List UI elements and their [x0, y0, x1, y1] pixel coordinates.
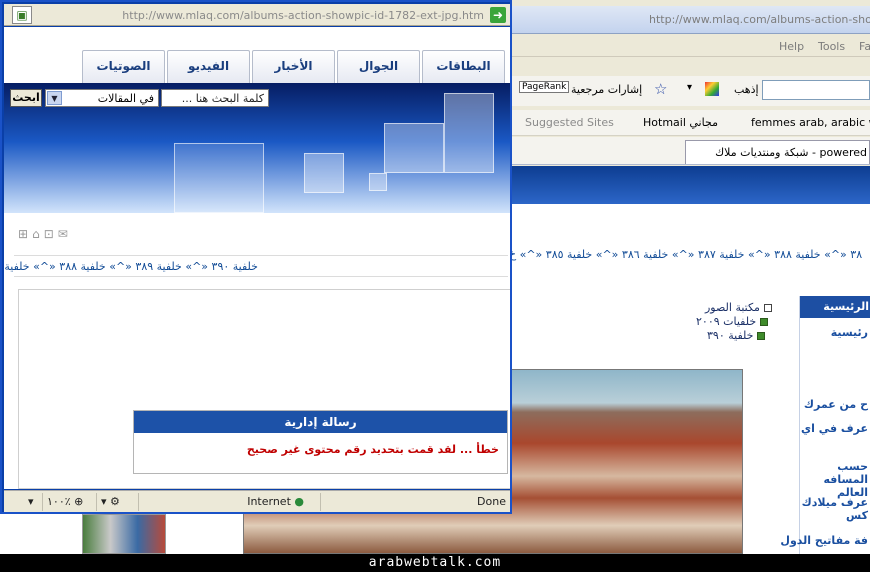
- bg-toolbar: PageRank إشارات مرجعية ☆ ▾ إذهب: [509, 76, 870, 106]
- zone-label: Internet: [247, 495, 291, 508]
- google-icon[interactable]: [705, 82, 719, 96]
- sidebar-link[interactable]: رئيسية: [831, 326, 868, 339]
- zoom-level[interactable]: ١٠٠٪ ⊕: [42, 493, 94, 511]
- watermark-text: arabwebtalk.com: [368, 555, 502, 570]
- menu-tools[interactable]: Tools: [818, 40, 845, 53]
- popup-browser-window: ▣ http://www.mlaq.com/albums-action-show…: [0, 0, 512, 514]
- status-bar: ▾ ١٠٠٪ ⊕ ▾ ⚙ Internet ● Done: [4, 490, 510, 512]
- banner-cube: [384, 123, 444, 173]
- sidebar-link[interactable]: فة مفاتيح الدول: [780, 534, 868, 547]
- bg-menu-bar: Help Tools Fa: [509, 35, 870, 57]
- breadcrumb-text[interactable]: خلفية ٣٩٠ «^» خلفية ٣٨٩ «^» خلفية ٣٨٨ «^…: [4, 260, 258, 273]
- tree-child[interactable]: خلفيات ٢٠٠٩: [696, 315, 769, 328]
- protected-mode-icon[interactable]: ▾ ⚙: [96, 493, 136, 511]
- search-input[interactable]: ... كلمة البحث هنا: [161, 89, 269, 107]
- sidebar-link[interactable]: حسب المسافه العالم: [798, 460, 868, 499]
- sidebar-link[interactable]: عرف في اي: [801, 422, 868, 435]
- sidebar-link[interactable]: عرف ميلادك كس: [798, 496, 868, 522]
- folder-icon: [757, 332, 766, 340]
- bg-address-bar[interactable]: http://www.mlaq.com/albums-action-show-i…: [509, 6, 870, 34]
- home-icon[interactable]: ⌂: [32, 227, 44, 241]
- page-icon-bar: ⊞⌂⊡✉: [18, 227, 108, 243]
- tab-cards[interactable]: البطاقات: [422, 50, 505, 83]
- bg-tab-label: شبكة ومنتديات ملاك - powered: [715, 146, 867, 159]
- banner-cube: [444, 93, 494, 173]
- bg-links-bar: Suggested Sites Hotmail مجاني femmes ara…: [509, 110, 870, 136]
- tree-root-icon: [763, 304, 772, 312]
- banner-cube: [369, 173, 387, 191]
- tree-leaf-label: خلفية ٣٩٠: [707, 329, 754, 342]
- globe-icon: ●: [294, 495, 304, 508]
- pagerank-button[interactable]: PageRank: [519, 81, 570, 93]
- tree-child-label: خلفيات ٢٠٠٩: [696, 315, 757, 328]
- bg-sidebar: الرئيسية رئيسية ح من عمرك عرف في اي حسب …: [780, 296, 870, 554]
- femmes-link[interactable]: femmes arab, arabic wom: [751, 116, 870, 129]
- tree-root-label: مكتبة الصور: [705, 301, 760, 314]
- tab-audio[interactable]: الصوتيات: [82, 50, 165, 83]
- chevron-down-icon[interactable]: ▾: [24, 493, 38, 511]
- menu-help[interactable]: Help: [779, 40, 804, 53]
- bg-active-tab[interactable]: شبكة ومنتديات ملاك - powered: [685, 140, 870, 164]
- menu-favorites[interactable]: Fa: [859, 40, 870, 53]
- bg-breadcrumb-text[interactable]: ٣٨ «^» خلفية ٣٨٨ «^» خلفية ٣٨٧ «^» خلفية…: [509, 248, 862, 261]
- chevron-down-icon[interactable]: ▼: [47, 91, 62, 105]
- mail-icon[interactable]: ✉: [58, 227, 72, 241]
- tab-video[interactable]: الفيديو: [167, 50, 250, 83]
- admin-message-text: خطأ ... لقد قمت بتحديد رقم محتوى غير صحي…: [246, 443, 499, 456]
- tab-news[interactable]: الأخبار: [252, 50, 335, 83]
- breadcrumb: خلفية ٣٩٠ «^» خلفية ٣٨٩ «^» خلفية ٣٨٨ «^…: [4, 255, 508, 277]
- go-arrow-icon[interactable]: ➜: [490, 7, 506, 23]
- thumbnail-image[interactable]: [82, 514, 166, 554]
- popup-address-url[interactable]: http://www.mlaq.com/albums-action-showpi…: [122, 9, 484, 22]
- bg-breadcrumb: ٣٨ «^» خلفية ٣٨٨ «^» خلفية ٣٨٧ «^» خلفية…: [509, 245, 870, 265]
- popup-page: البطاقات الجوال الأخبار الفيديو الصوتيات…: [4, 27, 510, 489]
- banner-cube: [174, 143, 264, 213]
- site-nav-tabs: البطاقات الجوال الأخبار الفيديو الصوتيات: [4, 27, 510, 83]
- banner-cube: [304, 153, 344, 193]
- zoom-icon: ⊕: [74, 495, 84, 508]
- sidebar-head: الرئيسية: [800, 296, 870, 318]
- hotmail-link[interactable]: Hotmail مجاني: [643, 116, 718, 129]
- bg-address-url[interactable]: http://www.mlaq.com/albums-action-show-i…: [649, 13, 870, 26]
- sidebar-link[interactable]: ح من عمرك: [804, 398, 868, 411]
- folder-icon: [760, 318, 769, 326]
- tab-mobile[interactable]: الجوال: [337, 50, 420, 83]
- admin-message-box: رسالة إدارية خطأ ... لقد قمت بتحديد رقم …: [133, 410, 508, 474]
- bookmarks-button[interactable]: إشارات مرجعية: [571, 83, 642, 96]
- tree-leaf[interactable]: خلفية ٣٩٠: [707, 329, 766, 342]
- admin-message-title: رسالة إدارية: [134, 411, 507, 433]
- search-button[interactable]: ابحث: [10, 89, 42, 107]
- star-icon[interactable]: ☆: [654, 80, 667, 98]
- popup-address-bar[interactable]: ▣ http://www.mlaq.com/albums-action-show…: [4, 4, 510, 26]
- bookmark-icon[interactable]: ⊡: [44, 227, 58, 241]
- suggested-sites-link[interactable]: Suggested Sites: [525, 116, 614, 129]
- toolbar-search-field[interactable]: [762, 80, 870, 100]
- go-button[interactable]: إذهب: [734, 83, 759, 96]
- tree-root[interactable]: مكتبة الصور: [705, 301, 772, 314]
- zoom-value: ١٠٠٪: [47, 495, 71, 508]
- search-scope-value: في المقالات: [97, 92, 154, 105]
- status-done: Done: [320, 493, 510, 511]
- security-zone: Internet ●: [138, 493, 318, 511]
- chevron-down-icon[interactable]: ▾: [687, 82, 692, 93]
- search-scope-select[interactable]: ▼ في المقالات: [45, 89, 159, 107]
- bg-site-banner: [509, 166, 870, 204]
- page-icon: ▣: [12, 6, 32, 24]
- sitemap-icon[interactable]: ⊞: [18, 227, 32, 241]
